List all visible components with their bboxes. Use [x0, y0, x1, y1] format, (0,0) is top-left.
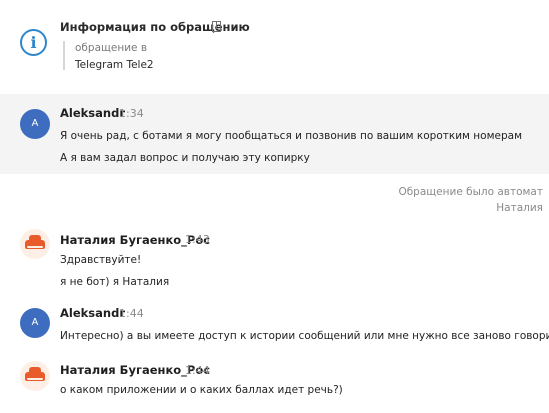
message-text: я не бот) я Наталия [60, 276, 170, 288]
bookmark-icon[interactable] [212, 21, 221, 32]
message-item: Наталия Бугаенко_Рос 1:44 о каком прилож… [0, 357, 549, 405]
message-text: о каком приложении и о каких баллах идет… [60, 384, 343, 396]
message-text: Интересно) а вы имеете доступ к истории … [60, 330, 549, 342]
message-time: 1:34 [119, 107, 144, 120]
car-icon [25, 367, 45, 381]
message-item: A Aleksandr 1:34 Я очень рад, с ботами я… [0, 94, 549, 174]
car-icon [25, 235, 45, 249]
message-item: Наталия Бугаенко_Рос 1:43 Здравствуйте! … [0, 225, 549, 293]
message-time: 1:44 [119, 307, 144, 320]
message-item: A Aleksandr 1:44 Интересно) а вы имеете … [0, 300, 549, 348]
avatar[interactable]: A [20, 109, 50, 139]
ticket-info-title: Информация по обращению [60, 20, 250, 34]
message-time: 1:43 [185, 233, 210, 246]
ticket-channel-link[interactable]: Telegram Tele2 [75, 59, 154, 71]
message-author[interactable]: Aleksandr [60, 106, 125, 120]
system-note-text: Обращение было автомат [398, 186, 543, 198]
message-author[interactable]: Aleksandr [60, 306, 125, 320]
avatar[interactable]: A [20, 308, 50, 338]
quote-bar [63, 41, 65, 70]
message-time: 1:44 [185, 364, 210, 377]
message-text: Я очень рад, с ботами я могу пообщаться … [60, 130, 522, 142]
message-text: А я вам задал вопрос и получаю эту копир… [60, 152, 310, 164]
ticket-info-subtitle: обращение в [75, 42, 148, 54]
message-text: Здравствуйте! [60, 254, 142, 266]
chat-page: i Информация по обращению обращение в Te… [0, 0, 549, 413]
system-note-agent: Наталия [496, 202, 543, 214]
info-circle-icon: i [20, 29, 47, 56]
avatar[interactable] [20, 361, 50, 391]
ticket-info-block: i Информация по обращению обращение в Te… [0, 0, 549, 90]
avatar[interactable] [20, 229, 50, 259]
